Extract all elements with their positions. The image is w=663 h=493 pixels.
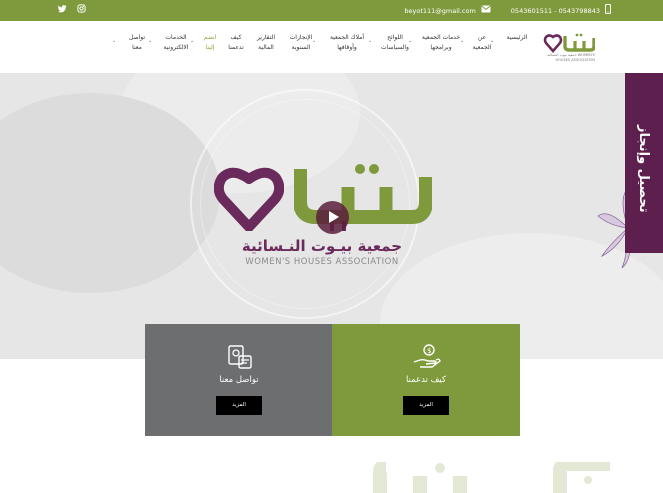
nav-item-label-2: تدعمنا [228, 44, 244, 51]
svg-text:$: $ [427, 347, 431, 355]
contact-more-button[interactable]: المزيد [216, 396, 262, 415]
nav-item[interactable]: الرئيسية ⌄ [490, 33, 537, 53]
main-nav: الرئيسية ⌄ عن الجمعية ⌄ خدمات الجمعية وبرامجها… [112, 33, 537, 53]
nav-item-label: الخدمات [165, 34, 187, 41]
donate-hand-icon: $ [413, 344, 441, 368]
nav-item[interactable]: تواصل معنا ⌄ [112, 33, 155, 53]
nav-item[interactable]: خدمات الجمعية وبرامجها ⌄ [408, 33, 467, 53]
vertical-ribbon: تحصيل وإنجاز [625, 73, 663, 253]
logo-mark-icon [543, 33, 596, 53]
nav-item[interactable]: انضم إلينا ⌄ [190, 33, 223, 53]
nav-item[interactable]: اللوائح والسياسات ⌄ [368, 33, 415, 53]
mobile-phone-icon [605, 4, 611, 18]
nav-item-label-2: وأوقافها [337, 44, 357, 51]
instagram-icon[interactable] [77, 4, 86, 17]
email-text[interactable]: beyot111@gmail.com [404, 5, 475, 17]
ribbon-text: تحصيل وإنجاز [636, 125, 651, 213]
nav-item-label: تواصل [128, 34, 146, 41]
org-name-arabic: جمعية بيـوت النـسائية [241, 237, 403, 255]
contact-info: beyot111@gmail.com 0543601511 - 05437988… [404, 4, 611, 18]
top-bar: beyot111@gmail.com 0543601511 - 05437988… [0, 0, 663, 21]
nav-item-label: التقارير [256, 34, 276, 41]
contact-icon [228, 345, 252, 369]
logo-subtitle: جمعية بيوت النسائية WOMEN'S HOUSES ASSOC… [547, 53, 595, 62]
nav-item-label: انضم [203, 34, 217, 41]
beyot-wordmark-icon [294, 164, 432, 231]
nav-item-label: خدمات الجمعية [421, 34, 461, 41]
heart-logo-icon [214, 167, 284, 231]
nav-item[interactable]: أملاك الجمعية وأوقافها ⌄ [312, 33, 375, 53]
nav-item-label-2: والسياسات [381, 44, 409, 51]
nav-item[interactable]: الإنجازات السنوية [283, 33, 319, 53]
nav-item-label-2: الجمعية [472, 44, 492, 51]
nav-item-label-2: إلينا [205, 44, 215, 51]
nav-item-label-2: وبرامجها [430, 44, 452, 51]
twitter-icon[interactable] [57, 4, 67, 17]
support-card: $ كيف تدعمنا المزيد [332, 324, 520, 436]
contact-card: تواصل معنا المزيد [145, 324, 333, 436]
nav-item-label-2: الالكترونية [163, 44, 189, 51]
video-play-button[interactable] [316, 201, 349, 234]
nav-item-label-2: المالية [258, 44, 274, 51]
logo-watermark-icon [373, 462, 610, 493]
nav-item-label-2: معنا [132, 44, 142, 51]
nav-item-label: اللوائح [387, 34, 403, 41]
nav-item[interactable]: كيف تدعمنا [223, 33, 249, 53]
nav-item-label: عن [477, 34, 487, 41]
nav-item-label: أملاك الجمعية [329, 34, 365, 41]
support-card-title: كيف تدعمنا [405, 375, 447, 385]
site-header: جمعية بيوت النسائية WOMEN'S HOUSES ASSOC… [0, 21, 663, 73]
nav-item-label-2: السنوية [291, 44, 311, 51]
support-more-button[interactable]: المزيد [403, 396, 449, 415]
contact-card-title: تواصل معنا [219, 375, 259, 385]
nav-item-label: الرئيسية [506, 34, 528, 41]
envelope-icon [481, 5, 491, 17]
chevron-down-icon: ⌄ [112, 38, 117, 44]
nav-item[interactable]: عن الجمعية ⌄ [460, 33, 497, 53]
nav-item-label: الإنجازات [289, 34, 313, 41]
nav-item[interactable]: الخدمات الالكترونية ⌄ [148, 33, 197, 53]
phone-numbers[interactable]: 0543601511 - 0543798843 [511, 5, 600, 17]
social-links [57, 4, 86, 17]
site-logo[interactable]: جمعية بيوت النسائية WOMEN'S HOUSES ASSOC… [543, 32, 596, 66]
hero-banner: جمعية بيـوت النـسائية WOMEN'S HOUSES ASS… [0, 73, 663, 359]
nav-item-label: كيف [230, 34, 242, 41]
nav-item[interactable]: التقارير المالية [249, 33, 283, 53]
org-name-english: WOMEN'S HOUSES ASSOCIATION [245, 257, 399, 267]
